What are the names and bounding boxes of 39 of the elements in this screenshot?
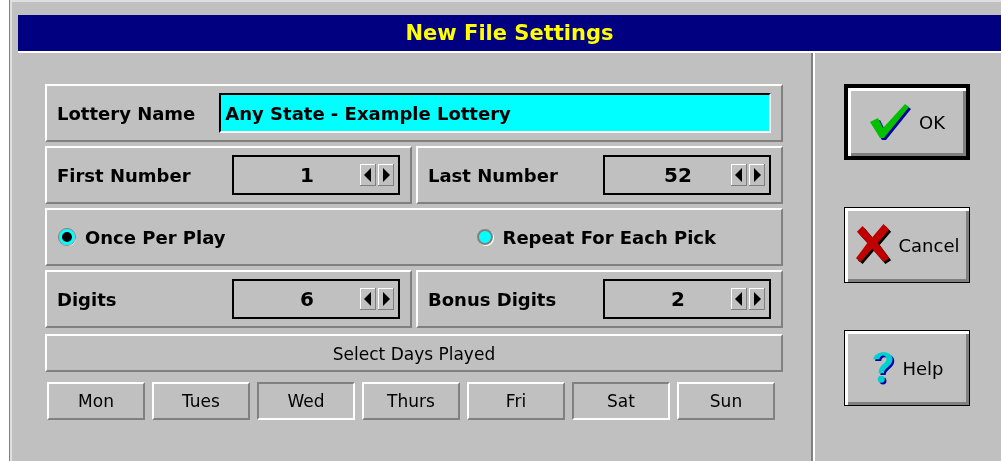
field-label: Last Number	[428, 164, 558, 186]
spin-field[interactable]: 1	[232, 155, 400, 195]
spin-value: 2	[670, 287, 686, 311]
radio-label: Once Per Play	[85, 226, 226, 248]
field-label: Lottery Name	[57, 102, 196, 124]
day-toggle-button[interactable]: Sat	[572, 382, 670, 420]
spin-value: 1	[299, 163, 315, 187]
lottery-name-field[interactable]: Any State - Example Lottery	[219, 93, 771, 133]
day-toggle-button[interactable]: Mon	[47, 382, 145, 420]
help-button[interactable]: Help	[844, 330, 970, 406]
spin-value: 52	[663, 163, 693, 187]
day-toggle-button[interactable]: Wed	[257, 382, 355, 420]
decrement-arrow-icon[interactable]	[360, 288, 376, 310]
spin-field[interactable]: 6	[232, 279, 400, 319]
increment-arrow-icon[interactable]	[749, 288, 765, 310]
day-toggle-button[interactable]: Sun	[677, 382, 775, 420]
window-title: New File Settings	[18, 15, 1001, 53]
ok-button[interactable]: OK	[844, 84, 970, 160]
spin-field[interactable]: 52	[603, 155, 771, 195]
radio-option[interactable]: Once Per Play	[59, 226, 226, 248]
field-label: First Number	[57, 164, 191, 186]
increment-arrow-icon[interactable]	[378, 164, 394, 186]
increment-arrow-icon[interactable]	[378, 288, 394, 310]
spin-value: 6	[299, 287, 315, 311]
decrement-arrow-icon[interactable]	[731, 164, 747, 186]
day-toggle-button[interactable]: Fri	[467, 382, 565, 420]
field-label: Digits	[57, 288, 117, 310]
spin-field[interactable]: 2	[603, 279, 771, 319]
day-toggle-button[interactable]: Tues	[152, 382, 250, 420]
increment-arrow-icon[interactable]	[749, 164, 765, 186]
decrement-arrow-icon[interactable]	[360, 164, 376, 186]
days-header: Select Days Played	[45, 334, 783, 372]
checkmark-icon	[869, 102, 913, 142]
cross-icon	[854, 223, 893, 267]
field-label: Bonus Digits	[428, 288, 557, 310]
cancel-button[interactable]: Cancel	[844, 207, 970, 283]
decrement-arrow-icon[interactable]	[731, 288, 747, 310]
radio-dot[interactable]	[476, 229, 493, 245]
day-toggle-button[interactable]: Thurs	[362, 382, 460, 420]
